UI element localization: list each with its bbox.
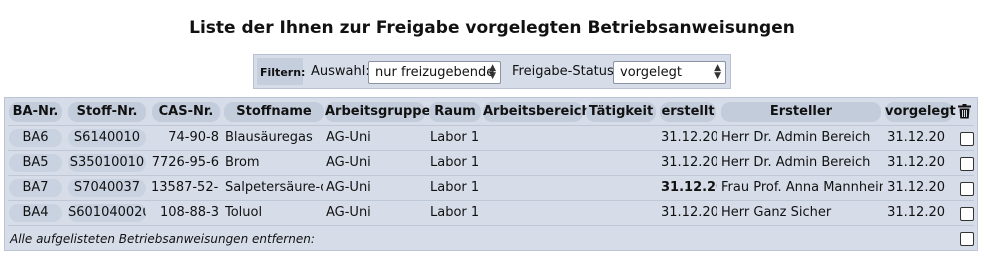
col-stoff-nr[interactable]: Stoff-Nr. [68, 102, 146, 122]
col-arbeitsbereich[interactable]: Arbeitsbereich [483, 102, 591, 122]
col-ersteller[interactable]: Ersteller [721, 102, 881, 122]
cell-vorgelegt: 31.12.20 [887, 155, 945, 170]
col-raum[interactable]: Raum [429, 102, 481, 122]
table-header: BA-Nr. Stoff-Nr. CAS-Nr. Stoffname Arbei… [5, 102, 979, 122]
cell-stoff-nr: S601040020 [68, 204, 146, 222]
auswahl-select-value: nur freizugebende [375, 65, 495, 80]
cell-raum: Labor 1 [430, 205, 480, 220]
cell-stoff-nr: S6140010 [68, 129, 146, 147]
cell-stoffname: Toluol [225, 205, 263, 220]
cell-arbeitsgruppe: AG-Uni [326, 180, 371, 195]
cell-stoffname: Salpetersäure-d [225, 180, 323, 195]
cell-stoffname: Blausäuregas [225, 130, 313, 145]
cell-stoff-nr: S7040037 [68, 179, 146, 197]
cell-cas-nr: 13587-52-5 [151, 180, 219, 195]
cell-cas-nr: 108-88-3 [159, 205, 219, 220]
cell-ba-nr: BA4 [9, 204, 62, 222]
cell-erstellt: 31.12.20 [661, 180, 717, 195]
row-delete-checkbox[interactable] [960, 207, 974, 221]
cell-ersteller: Herr Dr. Admin Bereich [721, 130, 871, 145]
cell-cas-nr: 7726-95-6 [151, 155, 219, 170]
filter-bar: Filtern: Auswahl: nur freizugebende ▲ ▼ F… [253, 54, 731, 89]
cell-vorgelegt: 31.12.20 [887, 180, 945, 195]
cell-raum: Labor 1 [430, 180, 480, 195]
filter-label: Filtern: [260, 66, 306, 79]
results-table: BA-Nr. Stoff-Nr. CAS-Nr. Stoffname Arbei… [4, 97, 978, 251]
cell-erstellt: 31.12.20 [661, 205, 717, 220]
cell-arbeitsgruppe: AG-Uni [326, 130, 371, 145]
auswahl-select[interactable]: nur freizugebende ▲ ▼ [368, 61, 501, 84]
cell-vorgelegt: 31.12.20 [887, 205, 945, 220]
col-ba-nr[interactable]: BA-Nr. [9, 102, 62, 122]
cell-ersteller: Herr Dr. Admin Bereich [721, 155, 871, 170]
row-delete-checkbox[interactable] [960, 182, 974, 196]
select-arrows-icon: ▲ ▼ [489, 63, 496, 81]
col-stoffname[interactable]: Stoffname [224, 102, 324, 122]
cell-ba-nr: BA6 [9, 129, 62, 147]
table-row[interactable]: BA4 S601040020 108-88-3 Toluol AG-Uni La… [5, 200, 979, 225]
table-row[interactable]: BA6 S6140010 74-90-8 Blausäuregas AG-Uni… [5, 125, 979, 150]
cell-cas-nr: 74-90-8 [168, 130, 219, 145]
table-row[interactable]: BA7 S7040037 13587-52-5 Salpetersäure-d … [5, 175, 979, 200]
row-divider [8, 225, 974, 226]
col-arbeitsgruppe[interactable]: Arbeitsgruppe [325, 102, 430, 122]
cell-arbeitsgruppe: AG-Uni [326, 155, 371, 170]
row-delete-checkbox[interactable] [960, 157, 974, 171]
cell-stoff-nr: S35010010 [68, 154, 146, 172]
cell-ersteller: Herr Ganz Sicher [721, 205, 832, 220]
cell-ersteller: Frau Prof. Anna Mannheim [721, 180, 883, 195]
col-taetigkeit[interactable]: Tätigkeit [586, 102, 656, 122]
status-label: Freigabe-Status: [512, 64, 619, 79]
trash-icon [958, 104, 971, 123]
cell-raum: Labor 1 [430, 130, 480, 145]
col-vorgelegt[interactable]: vorgelegt [885, 102, 956, 122]
cell-vorgelegt: 31.12.20 [887, 130, 945, 145]
auswahl-label: Auswahl: [311, 64, 370, 79]
row-delete-checkbox[interactable] [960, 132, 974, 146]
table-row[interactable]: BA5 S35010010 7726-95-6 Brom AG-Uni Labo… [5, 150, 979, 175]
select-arrows-icon: ▲ ▼ [714, 63, 721, 81]
cell-ba-nr: BA5 [9, 154, 62, 172]
cell-stoffname: Brom [225, 155, 260, 170]
cell-erstellt: 31.12.20 [661, 155, 717, 170]
page-title: Liste der Ihnen zur Freigabe vorgelegten… [189, 18, 795, 38]
col-erstellt[interactable]: erstellt [660, 102, 716, 122]
remove-all-label: Alle aufgelisteten Betriebsanweisungen e… [10, 232, 315, 246]
cell-erstellt: 31.12.20 [661, 130, 717, 145]
col-cas-nr[interactable]: CAS-Nr. [152, 102, 220, 122]
cell-raum: Labor 1 [430, 155, 480, 170]
status-select-value: vorgelegt [620, 65, 682, 80]
status-select[interactable]: vorgelegt ▲ ▼ [613, 61, 726, 84]
cell-ba-nr: BA7 [9, 179, 62, 197]
cell-arbeitsgruppe: AG-Uni [326, 205, 371, 220]
remove-all-checkbox[interactable] [960, 232, 974, 246]
